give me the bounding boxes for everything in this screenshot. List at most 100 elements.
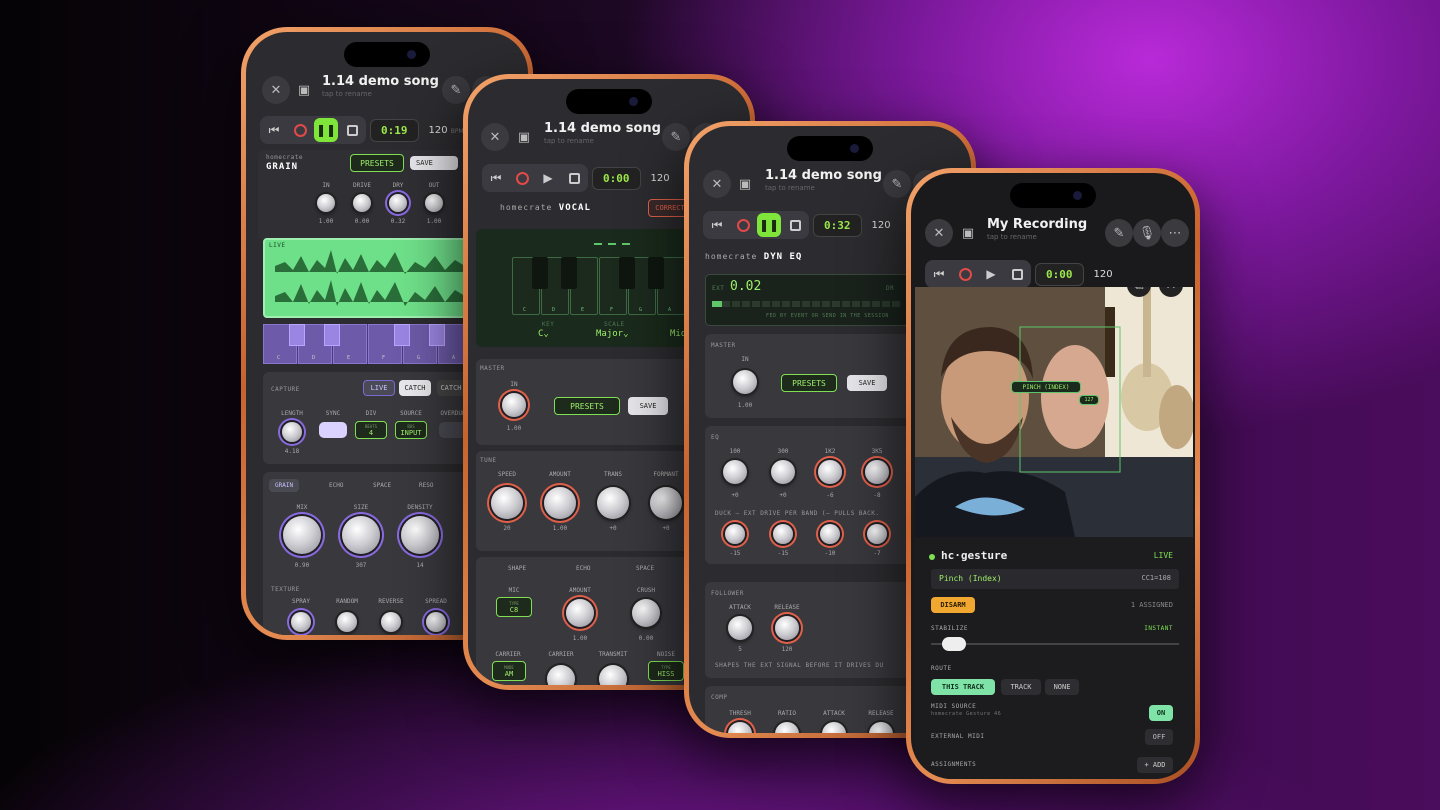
ratio-knob[interactable] (775, 722, 799, 733)
in-knob[interactable] (317, 194, 335, 212)
route-none[interactable]: NONE (1045, 679, 1079, 695)
piano-black-key[interactable] (289, 324, 305, 346)
duck-knob-1[interactable] (725, 524, 745, 544)
tab-space[interactable]: SPACE (636, 565, 654, 572)
comp-attack-knob[interactable] (822, 722, 846, 733)
in-knob[interactable] (733, 370, 757, 394)
density-knob[interactable] (401, 516, 439, 554)
carrier-mode-selector[interactable]: MODE AM (492, 661, 526, 681)
tab-space[interactable]: SPACE (373, 482, 391, 489)
route-track[interactable]: TRACK (1001, 679, 1041, 695)
band-3k5-knob[interactable] (865, 460, 889, 484)
tab-grain[interactable]: GRAIN (269, 479, 300, 492)
amount-knob[interactable] (544, 487, 576, 519)
save-file-icon[interactable]: ▣ (510, 123, 538, 151)
edit-icon[interactable]: ✎ (883, 170, 911, 198)
play-button[interactable]: ▶ (536, 166, 560, 190)
more-icon[interactable]: ⋯ (1161, 219, 1189, 247)
midi-source-toggle[interactable]: ON (1149, 705, 1173, 721)
release-knob[interactable] (775, 616, 799, 640)
edit-icon[interactable]: ✎ (1105, 219, 1133, 247)
bpm-display[interactable]: 120 BPM (429, 125, 464, 136)
stop-button[interactable] (1005, 262, 1029, 286)
disarm-button[interactable]: DISARM (931, 597, 975, 613)
random-knob[interactable] (337, 612, 357, 632)
record-button[interactable] (510, 166, 534, 190)
transmit-knob[interactable] (599, 665, 627, 685)
tab-reso[interactable]: RESO (419, 482, 433, 489)
thresh-knob[interactable] (728, 722, 752, 733)
piano-black-key[interactable] (429, 324, 445, 346)
tab-echo[interactable]: ECHO (329, 482, 343, 489)
save-file-icon[interactable]: ▣ (731, 170, 759, 198)
record-button[interactable] (288, 118, 312, 142)
close-icon[interactable]: ✕ (703, 170, 731, 198)
out-knob[interactable] (425, 194, 443, 212)
catch-toggle[interactable]: CATCH (399, 380, 431, 396)
spray-knob[interactable] (291, 612, 311, 632)
close-icon[interactable]: ✕ (262, 76, 290, 104)
save-file-icon[interactable]: ▣ (954, 219, 982, 247)
band-100-knob[interactable] (723, 460, 747, 484)
presets-button[interactable]: PRESETS (350, 154, 404, 172)
duck-knob-2[interactable] (773, 524, 793, 544)
bpm-display[interactable]: 120 (1094, 269, 1113, 280)
carrier-knob[interactable] (547, 665, 575, 685)
add-assignment-button[interactable]: + ADD (1137, 757, 1173, 773)
stop-button[interactable] (562, 166, 586, 190)
song-title[interactable]: 1.14 demo song (322, 74, 439, 89)
piano-black-key[interactable] (532, 257, 548, 289)
bpm-display[interactable]: 120 (872, 220, 891, 231)
noise-type-selector[interactable]: TYPE HISS (648, 661, 684, 681)
formant-knob[interactable] (650, 487, 682, 519)
record-button[interactable] (953, 262, 977, 286)
speed-knob[interactable] (491, 487, 523, 519)
bpm-display[interactable]: 120 (651, 173, 670, 184)
piano-black-key[interactable] (394, 324, 410, 346)
spread-knob[interactable] (426, 612, 446, 632)
comp-release-knob[interactable] (869, 722, 893, 733)
catch-button-2[interactable]: CATCH (437, 380, 465, 396)
stop-button[interactable] (783, 213, 807, 237)
sync-toggle[interactable] (319, 422, 347, 438)
close-icon[interactable]: ✕ (481, 123, 509, 151)
div-selector[interactable]: BEATS 4 (355, 421, 387, 439)
rewind-icon[interactable]: ⏮ (262, 118, 286, 142)
stop-button[interactable] (340, 118, 364, 142)
route-this-track[interactable]: THIS TRACK (931, 679, 995, 695)
piano-keyboard[interactable]: C D E F G A (263, 324, 473, 364)
save-file-icon[interactable]: ▣ (290, 76, 318, 104)
attack-knob[interactable] (728, 616, 752, 640)
band-1k2-knob[interactable] (818, 460, 842, 484)
live-toggle[interactable]: LIVE (363, 380, 395, 396)
size-knob[interactable] (342, 516, 380, 554)
piano-black-key[interactable] (648, 257, 664, 289)
mic-type-selector[interactable]: TYPE C8 (496, 597, 532, 617)
rewind-icon[interactable]: ⏮ (484, 166, 508, 190)
trans-knob[interactable] (597, 487, 629, 519)
drive-knob[interactable] (353, 194, 371, 212)
waveform-panel[interactable]: LIVE (263, 238, 473, 318)
presets-button[interactable]: PRESETS (781, 374, 837, 392)
reverse-knob[interactable] (381, 612, 401, 632)
song-title[interactable]: 1.14 demo song (544, 121, 661, 136)
piano-black-key[interactable] (561, 257, 577, 289)
recording-title[interactable]: My Recording (987, 217, 1087, 232)
external-midi-toggle[interactable]: OFF (1145, 729, 1173, 745)
slider-thumb[interactable] (942, 637, 966, 651)
song-title[interactable]: 1.14 demo song (765, 168, 882, 183)
gesture-select[interactable]: Pinch (Index) CC1=108 (931, 569, 1179, 589)
close-icon[interactable]: ✕ (925, 219, 953, 247)
duck-knob-4[interactable] (867, 524, 887, 544)
in-knob[interactable] (502, 393, 526, 417)
rewind-icon[interactable]: ⏮ (705, 213, 729, 237)
edit-icon[interactable]: ✎ (662, 123, 690, 151)
edit-icon[interactable]: ✎ (442, 76, 470, 104)
piano-black-key[interactable] (324, 324, 340, 346)
tab-shape[interactable]: SHAPE (508, 565, 526, 572)
duck-knob-3[interactable] (820, 524, 840, 544)
key-select[interactable]: C⌄ (538, 329, 549, 339)
pause-button[interactable]: ❚❚ (314, 118, 338, 142)
presets-button[interactable]: PRESETS (554, 397, 620, 415)
pause-button[interactable]: ❚❚ (757, 213, 781, 237)
